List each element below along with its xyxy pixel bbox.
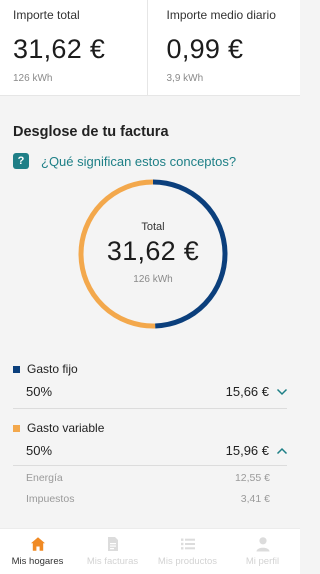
chevron-up-icon[interactable] <box>276 446 288 456</box>
fixed-cost-legend: Gasto fijo <box>0 362 300 376</box>
fixed-cost-percent: 50% <box>26 384 53 399</box>
daily-average-label: Importe medio diario <box>166 8 276 22</box>
total-amount-card: Importe total 31,62 € 126 kWh <box>0 0 147 95</box>
variable-cost-name: Gasto variable <box>27 421 105 435</box>
breakdown-title: Desglose de tu factura <box>13 124 169 140</box>
fixed-cost-amount: 15,66 € <box>225 384 269 399</box>
donut-center: Total 31,62 € 126 kWh <box>78 168 228 340</box>
list-icon <box>180 538 195 550</box>
donut-total-label: Total <box>141 221 165 233</box>
variable-cost-amount: 15,96 € <box>225 443 269 458</box>
daily-average-card: Importe medio diario 0,99 € 3,9 kWh <box>146 0 301 95</box>
home-icon <box>30 537 45 551</box>
nav-item-mis-productos[interactable]: Mis productos <box>150 529 225 574</box>
concepts-help-link[interactable]: ? ¿Qué significan estos conceptos? <box>13 153 236 169</box>
fixed-cost-amount-group: 15,66 € <box>226 384 288 399</box>
fixed-cost-item[interactable]: Gasto fijo 50% 15,66 € <box>0 362 300 399</box>
chevron-down-icon[interactable] <box>276 387 288 397</box>
help-icon: ? <box>13 153 29 169</box>
variable-cost-values: 50% 15,96 € <box>0 443 300 458</box>
divider <box>13 408 287 409</box>
nav-label: Mi perfil <box>245 556 280 567</box>
nav-item-mis-hogares[interactable]: Mis hogares <box>0 529 75 574</box>
variable-cost-swatch <box>13 424 20 432</box>
donut-total-value: 31,62 € <box>106 236 200 266</box>
fixed-cost-values: 50% 15,66 € <box>0 384 300 399</box>
total-amount-label: Importe total <box>13 8 80 22</box>
detail-label: Impuestos <box>26 492 75 505</box>
detail-amount: 12,55 € <box>234 471 270 484</box>
total-amount-value: 31,62 € <box>13 34 106 64</box>
variable-cost-percent: 50% <box>26 443 53 458</box>
nav-item-mi-perfil[interactable]: Mi perfil <box>225 529 300 574</box>
detail-row-taxes: Impuestos 3,41 € <box>0 488 300 509</box>
invoice-donut-chart: Total 31,62 € 126 kWh <box>78 168 228 340</box>
nav-item-mis-facturas[interactable]: Mis facturas <box>75 529 150 574</box>
detail-row-energy: Energía 12,55 € <box>0 467 300 488</box>
summary-panel: Importe total 31,62 € 126 kWh Importe me… <box>0 0 300 96</box>
help-link-text[interactable]: ¿Qué significan estos conceptos? <box>41 154 236 169</box>
nav-label: Mis productos <box>157 556 218 567</box>
fixed-cost-swatch <box>13 365 20 373</box>
invoice-icon <box>107 537 118 551</box>
detail-label: Energía <box>26 471 63 484</box>
variable-cost-details: Energía 12,55 € Impuestos 3,41 € <box>0 467 300 509</box>
bottom-navigation: Mis hogares Mis facturas Mis productos M… <box>0 528 300 574</box>
fixed-cost-name: Gasto fijo <box>27 362 78 376</box>
total-consumption: 126 kWh <box>13 73 53 84</box>
daily-consumption: 3,9 kWh <box>166 73 204 84</box>
daily-average-value: 0,99 € <box>166 34 244 64</box>
person-icon <box>256 537 269 552</box>
variable-cost-item[interactable]: Gasto variable 50% 15,96 € <box>0 421 300 458</box>
donut-total-consumption: 126 kWh <box>133 274 173 285</box>
nav-label: Mis facturas <box>86 556 139 567</box>
variable-cost-amount-group: 15,96 € <box>226 443 288 458</box>
detail-amount: 3,41 € <box>240 492 270 505</box>
divider <box>13 465 287 466</box>
nav-label: Mis hogares <box>11 556 64 567</box>
variable-cost-legend: Gasto variable <box>0 421 300 435</box>
